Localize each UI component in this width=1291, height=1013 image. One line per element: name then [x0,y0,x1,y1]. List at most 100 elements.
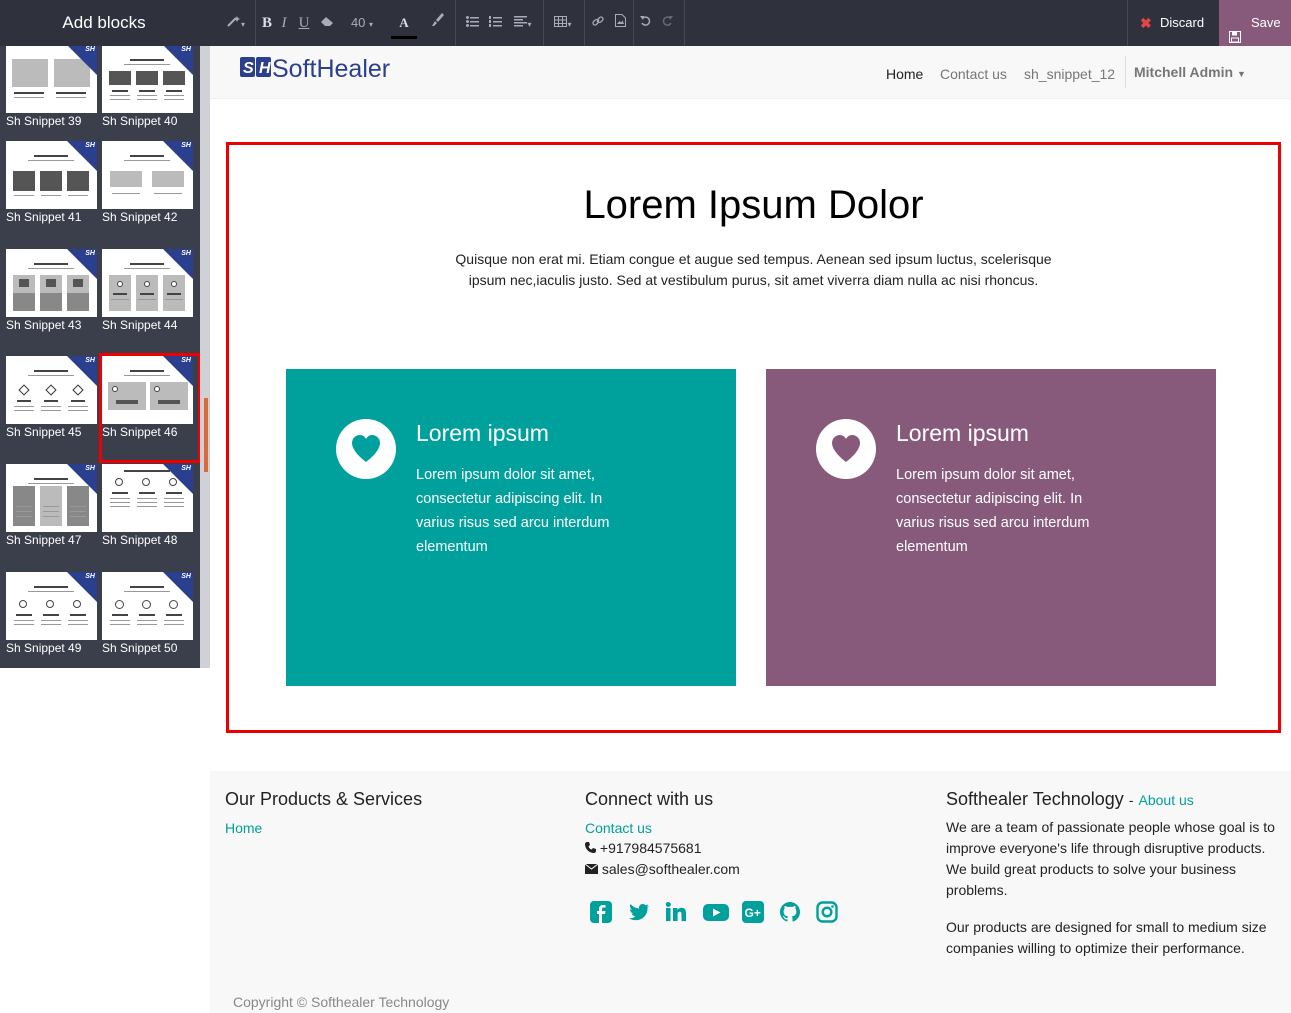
about-paragraph-2: Our products are designed for small to m… [946,919,1267,956]
company-heading: Softhealer Technology [946,789,1124,809]
snippet-tile[interactable]: SH Sh Snippet 44 [102,249,198,353]
undo-icon[interactable] [637,0,655,46]
email-address: sales@softhealer.com [601,861,740,877]
snippet-tile[interactable]: SH Sh Snippet 39 [6,46,102,149]
bullet-list-icon[interactable] [463,0,481,46]
snippet-tile[interactable]: SH Sh Snippet 47 [6,464,102,568]
snippet-tile[interactable]: SH Sh Snippet 45 [6,356,102,460]
company-heading-line: Softhealer Technology - About us [946,789,1194,810]
nav-link-home[interactable]: Home [886,66,923,82]
snippet-section-selected[interactable]: Lorem Ipsum Dolor Quisque non erat mi. E… [226,142,1281,733]
snippet-label: Sh Snippet 44 [102,318,178,332]
snippet-tile[interactable]: SH Sh Snippet 50 [102,572,198,668]
snippet-label: Sh Snippet 45 [6,425,82,439]
snippet-list[interactable]: SH Sh Snippet 39 SH Sh Snippet 40 SH Sh Snipp… [0,46,200,668]
table-dropdown-icon[interactable]: ▾ [548,0,578,46]
editor-toolbar: ▾ B I U 40 ▾ A ▾ ▾ ✖ Discard Save [210,0,1291,46]
snippet-label: Sh Snippet 47 [6,533,82,547]
snippet-tile[interactable]: SH Sh Snippet 48 [102,464,198,568]
redo-icon[interactable] [658,0,676,46]
email-line: sales@softhealer.com [584,859,740,880]
card-text: Lorem ipsum dolor sit amet, consectetur … [416,467,610,555]
snippet-tile[interactable]: SH Sh Snippet 41 [6,141,102,245]
snippets-sidebar: Add blocks SH Sh Snippet 39 SH Sh Snippet 4… [0,0,210,668]
snippet-thumbnail: SH [102,356,193,424]
snippet-label: Sh Snippet 46 [102,425,178,439]
font-size-value: 40 [350,15,366,30]
nav-link-sh-snippet-12[interactable]: sh_snippet_12 [1024,66,1115,82]
bold-icon[interactable]: B [258,0,276,46]
align-dropdown-icon[interactable]: ▾ [508,0,538,46]
feature-card[interactable]: Lorem ipsum Lorem ipsum dolor sit amet, … [286,369,736,686]
svg-text:H: H [259,60,271,77]
snippet-label: Sh Snippet 48 [102,533,178,547]
font-size-dropdown[interactable]: 40 ▾ [342,0,382,46]
snippet-thumbnail: SH [6,46,97,113]
phone-icon [585,840,600,856]
magic-wand-icon[interactable]: ▾ [218,0,254,46]
background-color-icon[interactable] [428,0,448,46]
save-label: Save [1251,15,1281,30]
website-footer: Our Products & Services Home Connect wit… [210,771,1291,1013]
section-description[interactable]: Quisque non erat mi. Etiam congue et aug… [444,249,1063,291]
sidebar-title: Add blocks [0,0,210,46]
discard-button[interactable]: ✖ Discard [1128,0,1218,46]
instagram-icon[interactable] [816,901,838,923]
snippet-label: Sh Snippet 50 [102,641,178,655]
envelope-icon [584,861,602,877]
phone-line: +917984575681 [585,838,702,859]
underline-icon[interactable]: U [295,0,313,46]
snippet-thumbnail: SH [6,356,97,424]
card-title: Lorem ipsum [896,420,1029,446]
heart-icon [336,419,396,479]
italic-icon[interactable]: I [276,0,292,46]
google-plus-icon[interactable]: G+ [742,901,764,923]
save-button[interactable]: Save [1219,0,1291,46]
snippet-tile[interactable]: SH Sh Snippet 49 [6,572,102,668]
youtube-icon[interactable] [703,901,729,923]
snippet-thumbnail: SH [6,249,97,317]
text-color-icon[interactable]: A [391,0,417,46]
discard-label: Discard [1160,15,1205,30]
logo-text: SoftHealer [272,55,390,82]
feature-card[interactable]: Lorem ipsum Lorem ipsum dolor sit amet, … [766,369,1216,686]
nav-link-contact-us[interactable]: Contact us [940,66,1007,82]
user-name: Mitchell Admin [1134,64,1234,80]
products-heading: Our Products & Services [225,789,423,809]
footer-link-home[interactable]: Home [225,820,262,836]
phone-number: +917984575681 [599,840,702,856]
copyright-text: Copyright © Softhealer Technology [233,994,450,1010]
card-text: Lorem ipsum dolor sit amet, consectetur … [896,467,1090,555]
snippet-tile[interactable]: SH Sh Snippet 43 [6,249,102,353]
link-icon[interactable] [588,0,608,46]
snippet-thumbnail: SH [102,141,193,209]
eraser-icon[interactable] [316,0,338,46]
snippet-label: Sh Snippet 41 [6,210,82,224]
heart-icon [816,419,876,479]
numbered-list-icon[interactable] [486,0,504,46]
sidebar-scrollbar-thumb[interactable] [204,398,208,472]
footer-link-contact-us[interactable]: Contact us [585,820,652,836]
snippet-tile[interactable]: SH Sh Snippet 46 [99,353,200,463]
section-title[interactable]: Lorem Ipsum Dolor [229,183,1278,228]
image-icon[interactable] [610,0,630,46]
snippet-tile[interactable]: SH Sh Snippet 42 [102,141,198,245]
sidebar-scrollbar[interactable] [200,46,210,668]
snippet-thumbnail: SH [6,141,97,209]
snippet-thumbnail: SH [102,572,193,640]
snippet-thumbnail: SH [102,46,193,113]
facebook-icon[interactable] [590,901,612,923]
twitter-icon[interactable] [628,901,650,923]
card-title: Lorem ipsum [416,420,549,446]
about-us-link[interactable]: About us [1139,792,1194,808]
snippet-thumbnail: SH [102,249,193,317]
github-icon[interactable] [779,901,801,923]
user-menu[interactable]: Mitchell Admin ▼ [1125,56,1246,88]
snippet-thumbnail: SH [6,572,97,640]
softhealer-logo[interactable]: S H SoftHealer [240,54,415,83]
snippet-thumbnail: SH [102,464,193,532]
close-icon: ✖ [1140,15,1152,31]
snippet-tile[interactable]: SH Sh Snippet 40 [102,46,198,149]
linkedin-icon[interactable] [665,901,687,923]
svg-text:S: S [243,60,254,77]
